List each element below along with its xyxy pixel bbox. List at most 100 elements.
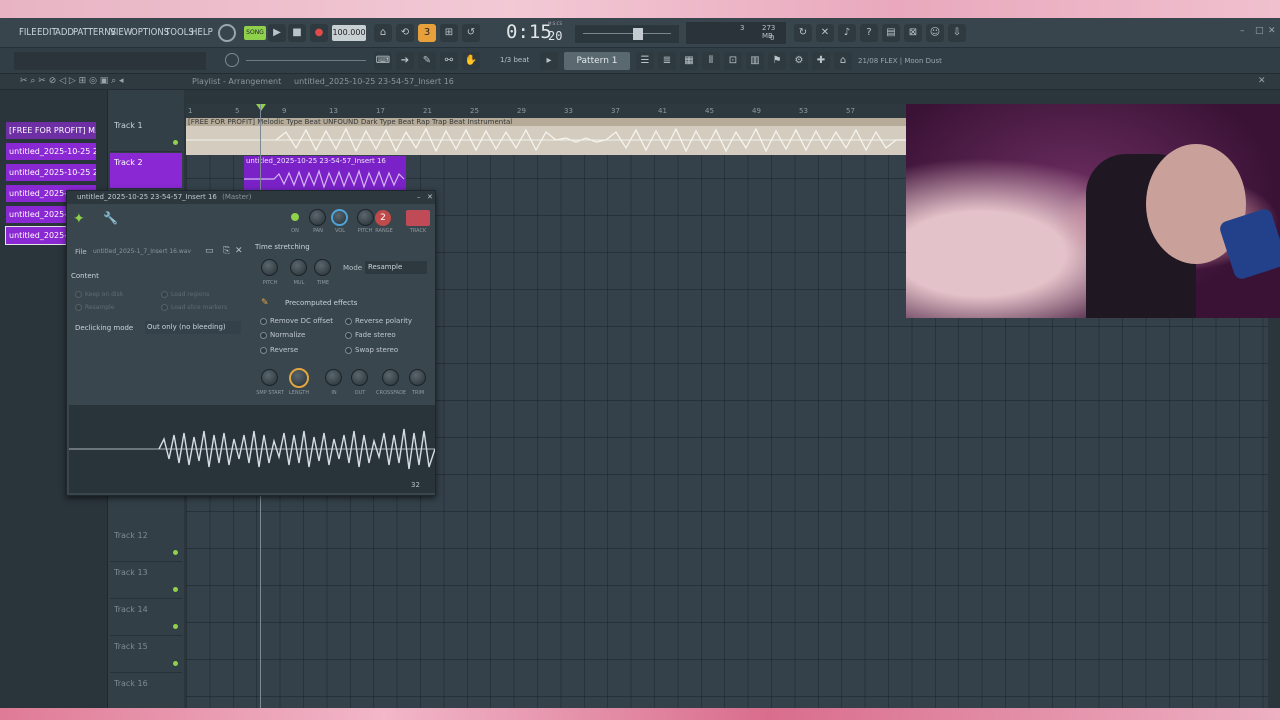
track-mute-led[interactable] — [173, 550, 178, 555]
audio-clip-track2[interactable]: untitled_2025-10-25 23-54-57_Insert 16 — [244, 156, 406, 190]
touch-keyboard-icon[interactable]: ⚙ — [790, 52, 808, 70]
playlist-close-icon[interactable]: ✕ — [1258, 76, 1266, 86]
plugin-close-icon[interactable]: ✕ — [427, 191, 433, 204]
picker-item[interactable]: [FREE FOR PROFIT] M... — [6, 122, 96, 139]
track-header-16[interactable]: Track 16 — [110, 674, 182, 710]
arrow-right-icon[interactable]: ➔ — [396, 52, 414, 70]
blend-notes-icon[interactable]: ⊞ — [440, 24, 458, 42]
menu-add[interactable]: ADD — [55, 27, 74, 38]
picker-item[interactable]: untitled_2025-10-25 23-... — [6, 164, 96, 181]
mixer-icon[interactable]: ⫴ — [702, 52, 720, 70]
in-knob[interactable] — [325, 369, 342, 386]
close-window-icon[interactable]: ✕ — [1268, 26, 1276, 36]
ts-mul-knob[interactable] — [290, 259, 307, 276]
microphone-icon[interactable]: ♪ — [838, 24, 856, 42]
help-icon[interactable]: ? — [860, 24, 878, 42]
track-mute-led[interactable] — [173, 587, 178, 592]
maximize-icon[interactable]: □ — [1255, 26, 1264, 36]
remove-file-icon[interactable]: ✕ — [235, 246, 243, 256]
piano-roll-icon[interactable]: ▦ — [680, 52, 698, 70]
track-mute-led[interactable] — [173, 624, 178, 629]
reverse-radio[interactable] — [260, 347, 267, 354]
normalize-radio[interactable] — [260, 332, 267, 339]
draw-tool-icon[interactable]: ✎ — [418, 52, 436, 70]
volume-knob[interactable] — [331, 209, 348, 226]
remove-dc-radio[interactable] — [260, 318, 267, 325]
position-slider[interactable] — [246, 60, 366, 61]
tempo-tapper-icon[interactable]: ✚ — [812, 52, 830, 70]
load-regions-checkbox[interactable] — [161, 291, 168, 298]
close-all-icon[interactable]: ✕ — [816, 24, 834, 42]
sample-start-knob[interactable] — [261, 369, 278, 386]
track-mute-led[interactable] — [173, 661, 178, 666]
picker-tools[interactable]: ✂ ⌕ ✂ ⊘ ◁ ▷ ⊞ ◎ ▣ ⌕ ◂ — [20, 76, 124, 86]
main-pitch-knob[interactable] — [225, 53, 239, 67]
track-header-1[interactable]: Track 1 — [110, 116, 182, 152]
track-mute-led[interactable] — [173, 140, 178, 145]
arrow-play-icon[interactable]: ▸ — [540, 52, 558, 70]
cart-icon[interactable]: ⌂ — [834, 52, 852, 70]
declicking-dropdown[interactable]: Out only (no bleeding) — [145, 321, 241, 334]
crossfade-knob[interactable] — [382, 369, 399, 386]
menu-options[interactable]: OPTIONS — [131, 27, 169, 38]
song-mode-toggle[interactable]: SONG — [244, 26, 266, 40]
sample-waveform-view[interactable]: 32 — [69, 405, 436, 493]
menu-view[interactable]: VIEW — [110, 27, 132, 38]
menu-help[interactable]: HELP — [191, 27, 213, 38]
track-header-12[interactable]: Track 12 — [110, 526, 182, 562]
master-pitch-slider[interactable] — [575, 25, 679, 43]
track-header-2[interactable]: Track 2 — [110, 153, 182, 189]
plugin-minimize-icon[interactable]: – — [417, 191, 421, 204]
menu-file[interactable]: FILE — [19, 27, 37, 38]
record-icon[interactable]: ● — [310, 24, 328, 42]
typing-keyboard-icon[interactable]: ⌨ — [374, 52, 392, 70]
mode-dropdown[interactable]: Resample — [365, 261, 427, 274]
timeline-ruler[interactable]: 1 5 9 13 17 21 25 29 33 37 41 45 49 53 5… — [186, 104, 906, 118]
link-icon[interactable]: ⚯ — [440, 52, 458, 70]
ts-time-knob[interactable] — [314, 259, 331, 276]
load-slice-markers-checkbox[interactable] — [161, 304, 168, 311]
save-icon[interactable]: ▤ — [882, 24, 900, 42]
browser-icon[interactable]: ⊡ — [724, 52, 742, 70]
pan-knob[interactable] — [309, 209, 326, 226]
trim-knob[interactable] — [409, 369, 426, 386]
track-header-13[interactable]: Track 13 — [110, 563, 182, 599]
hand-icon[interactable]: ✋ — [462, 52, 480, 70]
save-file-icon[interactable]: ⎘ — [223, 246, 230, 256]
pitch-knob[interactable] — [357, 209, 374, 226]
waveform-zoom[interactable]: 32 — [411, 481, 420, 489]
channel-on-led[interactable] — [291, 213, 299, 221]
tempo-display[interactable]: 100.000 — [332, 25, 366, 41]
resample-checkbox[interactable] — [75, 304, 82, 311]
wrench-tab-icon[interactable]: 🔧 — [103, 211, 118, 225]
length-knob[interactable] — [289, 368, 309, 388]
mixer-track-selector[interactable] — [406, 210, 430, 226]
playhead-marker-icon[interactable] — [256, 104, 266, 111]
channel-rack-icon[interactable]: ≣ — [658, 52, 676, 70]
open-folder-icon[interactable]: ▭ — [205, 246, 214, 256]
audio-clip-track1[interactable]: [FREE FOR PROFIT] Melodic Type Beat UNFO… — [186, 118, 906, 155]
swap-stereo-radio[interactable] — [345, 347, 352, 354]
keep-on-disk-checkbox[interactable] — [75, 291, 82, 298]
menu-edit[interactable]: EDIT — [37, 27, 57, 38]
fade-stereo-radio[interactable] — [345, 332, 352, 339]
plugin-database-icon[interactable]: ▥ — [746, 52, 764, 70]
loop-record-icon[interactable]: ↺ — [462, 24, 480, 42]
picker-item[interactable]: untitled_2025-10-25 23-... — [6, 143, 96, 160]
track-header-15[interactable]: Track 15 — [110, 637, 182, 673]
stop-icon[interactable]: ■ — [288, 24, 306, 42]
plugin-icon[interactable]: ⊠ — [904, 24, 922, 42]
plugin-title-bar[interactable]: untitled_2025-10-25 23-54-57_Insert 16 (… — [67, 191, 435, 204]
wait-input-icon[interactable]: ⟲ — [396, 24, 414, 42]
chat-icon[interactable]: ☺ — [926, 24, 944, 42]
file-name[interactable]: untitled_2025-1_7_Insert 16.wav — [93, 248, 197, 255]
play-icon[interactable]: ▶ — [268, 24, 286, 42]
plugin-picker-icon[interactable]: ⚑ — [768, 52, 786, 70]
waveform-tab-icon[interactable]: ✦ — [73, 211, 85, 227]
countdown-icon[interactable]: 3 — [418, 24, 436, 42]
reverse-polarity-radio[interactable] — [345, 318, 352, 325]
minimize-icon[interactable]: – — [1240, 26, 1245, 36]
download-icon[interactable]: ⇩ — [948, 24, 966, 42]
master-volume-knob[interactable] — [218, 24, 236, 42]
pattern-selector[interactable]: Pattern 1 — [564, 52, 630, 70]
